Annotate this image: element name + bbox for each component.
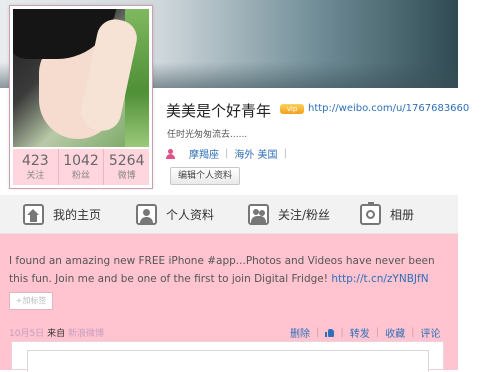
tab-label: 关注/粉丝 — [278, 207, 331, 222]
favorite-link[interactable]: 收藏 — [385, 325, 405, 340]
profile-page: 423 关注 1042 粉丝 5264 微博 美美是个好青年 vip http:… — [0, 0, 469, 372]
stat-posts[interactable]: 5264 微博 — [104, 149, 149, 185]
stat-label: 粉丝 — [72, 171, 91, 181]
post-actions: 删除 | | 转发 | 收藏 | 评论 — [290, 325, 441, 340]
like-icon[interactable] — [325, 328, 335, 337]
divider: | — [411, 327, 415, 338]
divider: | — [340, 327, 344, 338]
profile-bio: 任时光匆匆流去...... — [167, 130, 248, 140]
tab-album[interactable]: 相册 — [360, 195, 414, 233]
tab-home[interactable]: 我的主页 — [23, 195, 101, 233]
divider: | — [316, 327, 320, 338]
profile-nav: 我的主页 个人资料 关注/粉丝 相册 — [0, 195, 458, 234]
stat-count: 5264 — [108, 153, 145, 169]
post-content: I found an amazing new FREE iPhone #app.… — [9, 252, 447, 288]
profile-stats: 423 关注 1042 粉丝 5264 微博 — [13, 149, 149, 185]
edit-profile-button[interactable]: 编辑个人资料 — [170, 167, 240, 185]
divider: | — [225, 148, 229, 159]
vip-badge[interactable]: vip — [280, 104, 304, 114]
tab-label: 我的主页 — [53, 207, 102, 222]
avatar[interactable] — [13, 9, 149, 147]
divider: | — [375, 327, 380, 338]
comment-link[interactable]: 评论 — [421, 325, 441, 340]
delete-link[interactable]: 删除 — [290, 325, 310, 340]
stat-count: 423 — [21, 153, 49, 169]
tab-follow-fans[interactable]: 关注/粉丝 — [248, 195, 330, 233]
avatar-card: 423 关注 1042 粉丝 5264 微博 — [9, 5, 153, 189]
comment-input[interactable] — [27, 350, 429, 372]
profile-url[interactable]: http://weibo.com/u/1767683660 — [308, 103, 469, 114]
post-meta: 10月5日 来自 新浪微博 — [9, 326, 104, 339]
repost-link[interactable]: 转发 — [350, 325, 370, 340]
stat-followers[interactable]: 1042 粉丝 — [59, 149, 105, 185]
post-link[interactable]: http://t.cn/zYNBJfN — [331, 273, 428, 285]
profile-name: 美美是个好青年 — [166, 102, 272, 120]
post-source[interactable]: 新浪微博 — [68, 329, 104, 339]
stat-count: 1042 — [63, 153, 99, 169]
users-icon — [248, 203, 269, 225]
from-label: 来自 — [47, 329, 66, 339]
stat-label: 关注 — [26, 171, 45, 181]
profile-meta: 摩羯座 | 海外 美国 | — [166, 146, 293, 161]
add-tag-button[interactable]: +加标签 — [9, 292, 53, 310]
home-icon — [23, 203, 44, 225]
location-link[interactable]: 海外 美国 — [234, 146, 277, 161]
stat-label: 微博 — [117, 171, 136, 181]
female-user-icon — [166, 148, 175, 159]
tab-label: 相册 — [390, 207, 415, 222]
user-icon — [136, 203, 157, 225]
constellation-link[interactable]: 摩羯座 — [189, 146, 219, 161]
stat-following[interactable]: 423 关注 — [13, 149, 59, 185]
tab-profile-info[interactable]: 个人资料 — [136, 195, 214, 233]
tab-label: 个人资料 — [166, 207, 215, 222]
camera-icon — [360, 201, 381, 225]
comment-panel — [11, 341, 444, 372]
post-time[interactable]: 10月5日 — [9, 329, 44, 339]
divider: | — [283, 148, 287, 159]
feed-post: I found an amazing new FREE iPhone #app.… — [0, 234, 458, 372]
